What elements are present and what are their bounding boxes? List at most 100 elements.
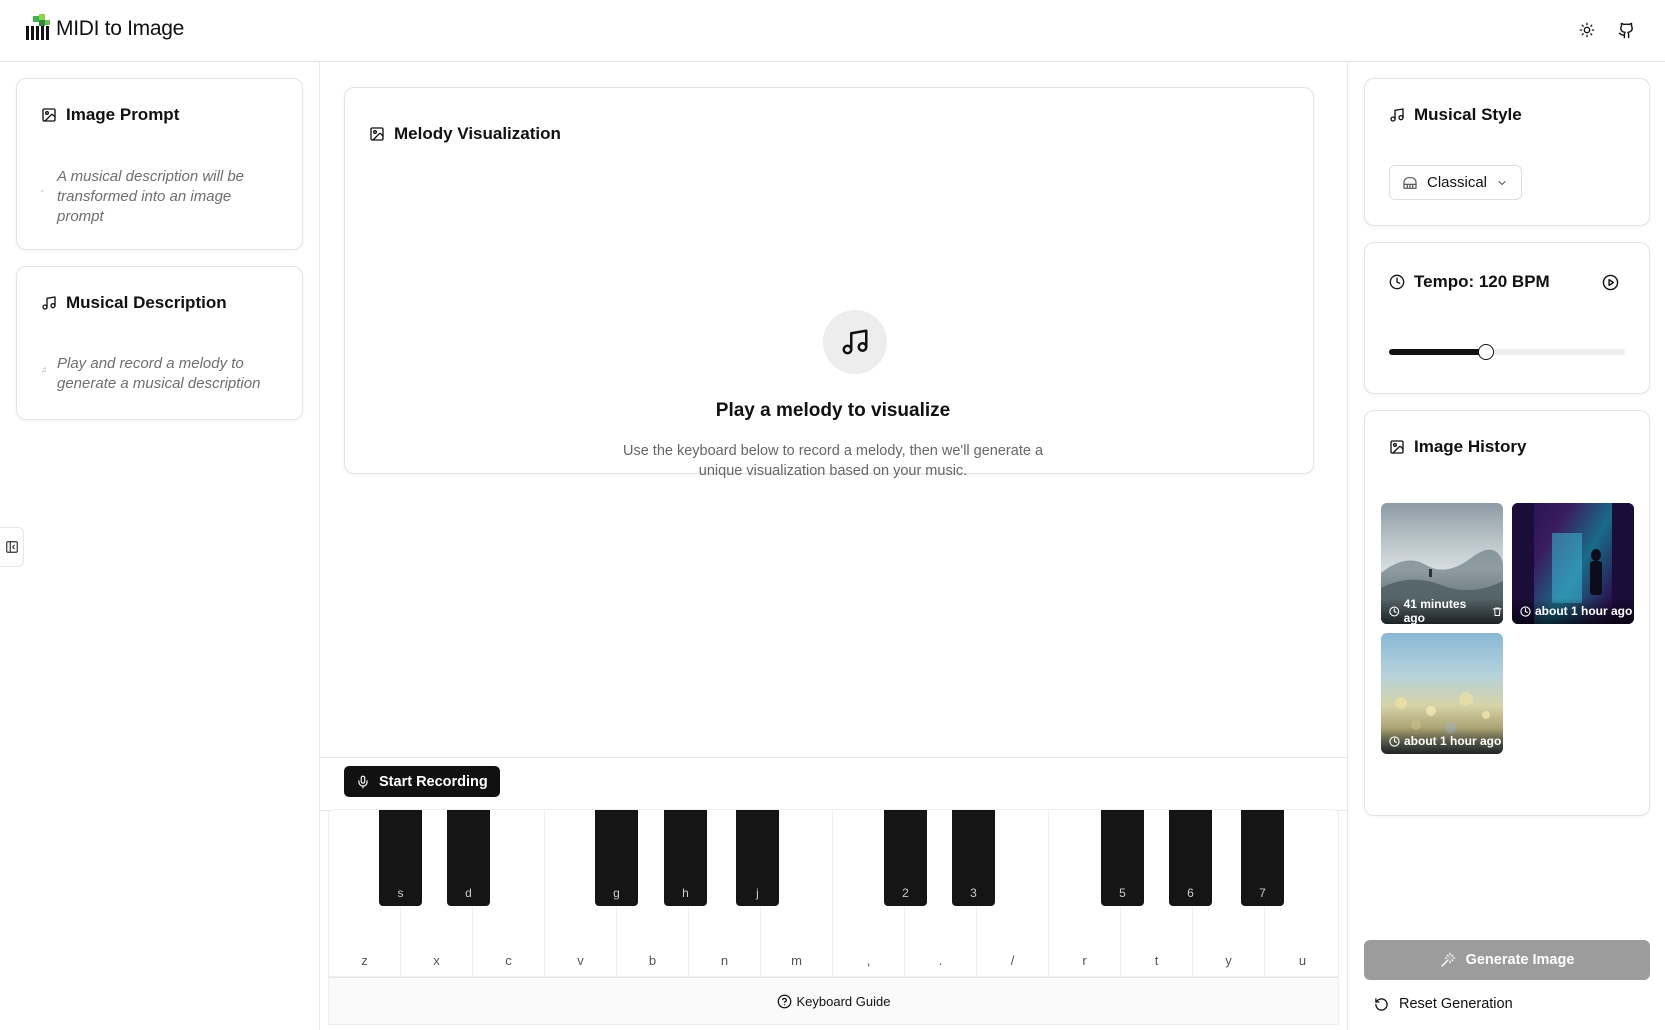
key-label: 7 xyxy=(1259,886,1266,900)
history-time: about 1 hour ago xyxy=(1404,734,1502,748)
sidebar-toggle-button[interactable] xyxy=(0,527,24,567)
black-key[interactable]: h xyxy=(664,810,707,906)
key-label: m xyxy=(791,953,802,968)
key-label: 3 xyxy=(970,886,977,900)
magic-wand-icon xyxy=(1440,952,1455,967)
piano-keyboard: z x c v b n m , . / r t y u s d g h j 2 … xyxy=(328,809,1339,977)
key-label: c xyxy=(505,953,512,968)
music-note-icon xyxy=(823,310,887,374)
keyboard-guide-label: Keyboard Guide xyxy=(796,993,891,1009)
app-logo xyxy=(26,14,50,40)
black-key[interactable]: 2 xyxy=(884,810,927,906)
history-time: 41 minutes ago xyxy=(1403,597,1467,624)
key-label: y xyxy=(1225,953,1232,968)
reset-generation-button[interactable]: Reset Generation xyxy=(1374,992,1513,1016)
image-prompt-card: Image Prompt “ A musical description wil… xyxy=(16,78,303,250)
quote-icon: “ xyxy=(41,189,44,198)
key-label: s xyxy=(397,886,404,900)
tempo-slider[interactable] xyxy=(1389,344,1625,360)
history-caption: 41 minutes ago xyxy=(1381,597,1503,624)
image-prompt-title: Image Prompt xyxy=(66,105,180,124)
musical-description-header: Musical Description xyxy=(41,293,227,313)
reset-generation-label: Reset Generation xyxy=(1399,996,1513,1012)
clock-icon xyxy=(1389,735,1400,747)
musical-style-header: Musical Style xyxy=(1389,105,1522,125)
musical-description-placeholder: Play and record a melody to generate a m… xyxy=(57,355,261,392)
start-recording-button[interactable]: Start Recording xyxy=(344,766,500,797)
tempo-slider-fill xyxy=(1389,349,1486,355)
image-icon xyxy=(1389,439,1405,455)
trash-icon[interactable] xyxy=(1492,606,1503,617)
play-circle-icon[interactable] xyxy=(1602,274,1619,291)
music-note-icon xyxy=(1389,107,1405,123)
image-history-header: Image History xyxy=(1389,437,1526,457)
tempo-title: Tempo: 120 BPM xyxy=(1414,272,1550,291)
image-icon xyxy=(41,107,57,123)
panel-left-close-icon xyxy=(5,541,18,553)
key-label: d xyxy=(465,886,472,900)
key-label: 2 xyxy=(902,886,909,900)
left-panel: Image Prompt “ A musical description wil… xyxy=(0,62,320,1030)
history-caption: about 1 hour ago xyxy=(1381,728,1503,754)
melody-visualization-header: Melody Visualization xyxy=(369,124,561,144)
small-note-icon: ♫ xyxy=(41,365,47,374)
musical-style-card: Musical Style Classical xyxy=(1364,78,1650,226)
chevron-down-icon xyxy=(1498,180,1506,185)
history-thumbnail[interactable]: about 1 hour ago xyxy=(1512,503,1634,624)
music-note-icon xyxy=(41,295,57,311)
clock-icon xyxy=(1389,606,1400,616)
tempo-slider-thumb[interactable] xyxy=(1477,344,1494,360)
black-key[interactable]: d xyxy=(447,810,490,906)
key-label: v xyxy=(577,953,584,968)
musical-style-select[interactable]: Classical xyxy=(1389,165,1522,200)
black-key[interactable]: 6 xyxy=(1169,810,1212,906)
key-label: n xyxy=(720,953,729,968)
image-icon xyxy=(369,126,385,142)
app-title: MIDI to Image xyxy=(56,17,184,40)
piano-icon xyxy=(1403,176,1417,189)
github-icon[interactable] xyxy=(1615,19,1637,41)
tempo-header: Tempo: 120 BPM xyxy=(1389,272,1550,292)
black-key[interactable]: 3 xyxy=(952,810,995,906)
image-prompt-header: Image Prompt xyxy=(41,105,179,125)
rotate-ccw-icon xyxy=(1375,997,1388,1011)
key-label: . xyxy=(938,953,943,968)
key-label: r xyxy=(1082,953,1087,968)
tempo-card: Tempo: 120 BPM xyxy=(1364,242,1650,394)
clock-icon xyxy=(1520,605,1531,617)
black-key[interactable]: 5 xyxy=(1101,810,1144,906)
keyboard-guide-button[interactable]: Keyboard Guide xyxy=(328,977,1339,1025)
black-key[interactable]: g xyxy=(595,810,638,906)
musical-description-title: Musical Description xyxy=(66,293,227,312)
key-label: , xyxy=(866,953,871,968)
image-prompt-placeholder: A musical description will be transforme… xyxy=(57,168,245,225)
black-key[interactable]: 7 xyxy=(1241,810,1284,906)
musical-description-card: Musical Description ♫ Play and record a … xyxy=(16,266,303,420)
key-label: 6 xyxy=(1187,886,1194,900)
key-label: t xyxy=(1154,953,1159,968)
history-thumbnail[interactable]: 41 minutes ago xyxy=(1381,503,1503,624)
key-label: h xyxy=(682,886,689,900)
help-circle-icon xyxy=(777,994,791,1008)
melody-visualization-title: Melody Visualization xyxy=(394,124,561,143)
generate-image-button[interactable]: Generate Image xyxy=(1364,940,1650,980)
key-label: / xyxy=(1010,953,1015,968)
key-label: g xyxy=(613,886,620,900)
black-key[interactable]: s xyxy=(379,810,422,906)
history-thumbnail[interactable]: about 1 hour ago xyxy=(1381,633,1503,754)
history-caption: about 1 hour ago xyxy=(1512,598,1634,624)
black-key[interactable]: j xyxy=(736,810,779,906)
key-label: x xyxy=(433,953,440,968)
key-label: j xyxy=(756,886,759,900)
recording-toolbar: Start Recording xyxy=(320,757,1347,811)
key-label: u xyxy=(1298,953,1307,968)
center-panel: Melody Visualization Play a melody to vi… xyxy=(320,62,1347,1030)
empty-state-title: Play a melody to visualize xyxy=(715,400,951,421)
app-header: MIDI to Image xyxy=(0,0,1665,62)
key-label: b xyxy=(648,953,657,968)
generate-image-label: Generate Image xyxy=(1465,952,1575,968)
key-label: z xyxy=(361,953,368,968)
sun-icon[interactable] xyxy=(1576,19,1598,41)
microphone-icon xyxy=(358,775,368,788)
melody-visualization-card: Melody Visualization Play a melody to vi… xyxy=(344,87,1314,479)
